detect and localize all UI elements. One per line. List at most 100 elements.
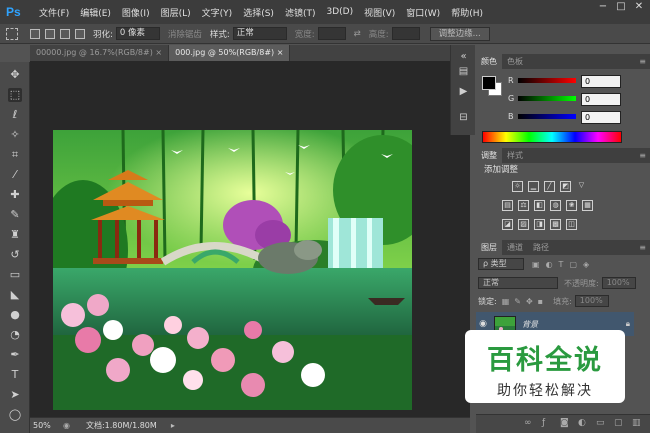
invert-icon[interactable]: ◪: [502, 219, 513, 230]
menu-filter[interactable]: 滤镜(T): [285, 6, 316, 19]
lock-image-icon[interactable]: ✎: [514, 297, 521, 306]
color-spectrum-bar[interactable]: [482, 131, 622, 143]
ellipse-tool-icon[interactable]: ◯: [8, 408, 22, 422]
lock-position-icon[interactable]: ✥: [526, 297, 533, 306]
hue-saturation-icon[interactable]: ▤: [502, 200, 513, 211]
menu-image[interactable]: 图像(I): [122, 6, 150, 19]
photo-filter-icon[interactable]: ◍: [550, 200, 561, 211]
posterize-icon[interactable]: ▨: [518, 219, 529, 230]
opacity-input[interactable]: 100%: [601, 277, 636, 289]
green-value-input[interactable]: 0: [581, 93, 621, 106]
paint-bucket-tool-icon[interactable]: ◣: [8, 288, 22, 302]
menu-window[interactable]: 窗口(W): [406, 6, 440, 19]
curves-icon[interactable]: ╱: [544, 181, 555, 192]
threshold-icon[interactable]: ◨: [534, 219, 545, 230]
menu-select[interactable]: 选择(S): [243, 6, 274, 19]
menu-edit[interactable]: 编辑(E): [80, 6, 111, 19]
tab-color[interactable]: 颜色: [476, 54, 502, 69]
canvas-area[interactable]: [30, 61, 470, 417]
lock-transparent-icon[interactable]: ▦: [502, 297, 510, 306]
menu-layer[interactable]: 图层(L): [161, 6, 191, 19]
tab-swatches[interactable]: 色板: [502, 54, 528, 69]
panel-menu-icon[interactable]: ≡: [639, 148, 646, 163]
type-tool-icon[interactable]: T: [8, 368, 22, 382]
artwork-image[interactable]: [53, 130, 412, 410]
new-layer-icon[interactable]: ▢: [614, 418, 623, 428]
marquee-tool-preset-icon[interactable]: [6, 27, 18, 40]
properties-panel-icon[interactable]: ⊟: [457, 111, 470, 124]
close-button[interactable]: ✕: [632, 1, 646, 13]
tab-paths[interactable]: 路径: [528, 240, 554, 255]
channel-mixer-icon[interactable]: ❀: [566, 200, 577, 211]
blur-tool-icon[interactable]: ●: [8, 308, 22, 322]
healing-brush-tool-icon[interactable]: ✚: [8, 188, 22, 202]
minimize-button[interactable]: −: [596, 1, 610, 13]
width-input[interactable]: [317, 27, 346, 40]
path-selection-tool-icon[interactable]: ➤: [8, 388, 22, 402]
eraser-tool-icon[interactable]: ▭: [8, 268, 22, 282]
panel-menu-icon[interactable]: ≡: [639, 54, 646, 69]
tab-adjustments[interactable]: 调整: [476, 148, 502, 163]
filter-pixel-icon[interactable]: ▣: [532, 260, 540, 269]
red-value-input[interactable]: 0: [581, 75, 621, 88]
new-selection-icon[interactable]: [30, 28, 40, 39]
filter-type-icon[interactable]: T: [559, 260, 564, 269]
dodge-tool-icon[interactable]: ◔: [8, 328, 22, 342]
feather-input[interactable]: 0 像素: [115, 27, 160, 40]
gradient-map-icon[interactable]: ▩: [550, 219, 561, 230]
filter-smart-object-icon[interactable]: ◈: [583, 260, 589, 269]
style-select[interactable]: 正常: [232, 27, 287, 40]
clone-stamp-tool-icon[interactable]: ♜: [8, 228, 22, 242]
color-lookup-icon[interactable]: ▦: [582, 200, 593, 211]
new-group-icon[interactable]: ▭: [596, 418, 605, 428]
add-mask-icon[interactable]: ◙: [560, 418, 569, 428]
magic-wand-tool-icon[interactable]: ✧: [8, 128, 22, 142]
blend-mode-select[interactable]: 正常: [478, 277, 558, 289]
subtract-selection-icon[interactable]: [60, 28, 70, 39]
tab-channels[interactable]: 通道: [502, 240, 528, 255]
levels-icon[interactable]: ▁: [528, 181, 539, 192]
status-arrow-icon[interactable]: ▸: [171, 421, 175, 430]
zoom-level[interactable]: 50%: [33, 421, 63, 430]
menu-view[interactable]: 视图(V): [364, 6, 395, 19]
height-input[interactable]: [391, 27, 420, 40]
add-selection-icon[interactable]: [45, 28, 55, 39]
maximize-button[interactable]: □: [614, 1, 628, 13]
rectangular-marquee-tool-icon[interactable]: ⬚: [8, 88, 22, 102]
vibrance-icon[interactable]: ▽: [576, 181, 587, 192]
brush-tool-icon[interactable]: ✎: [8, 208, 22, 222]
menu-file[interactable]: 文件(F): [39, 6, 69, 19]
link-layers-icon[interactable]: ∞: [524, 418, 532, 428]
menu-3d[interactable]: 3D(D): [326, 7, 353, 17]
history-brush-tool-icon[interactable]: ↺: [8, 248, 22, 262]
exposure-icon[interactable]: ◩: [560, 181, 571, 192]
history-panel-icon[interactable]: ▤: [457, 65, 470, 78]
panel-menu-icon[interactable]: ≡: [639, 240, 646, 255]
tab-layers[interactable]: 图层: [476, 240, 502, 255]
layer-style-icon[interactable]: ƒ: [542, 418, 545, 428]
tab-close-icon[interactable]: ×: [277, 48, 284, 57]
lasso-tool-icon[interactable]: ℓ: [8, 108, 22, 122]
actions-panel-icon[interactable]: ▶: [457, 85, 470, 98]
selective-color-icon[interactable]: ◫: [566, 219, 577, 230]
blue-slider[interactable]: [518, 114, 576, 119]
eyedropper-tool-icon[interactable]: ⁄: [8, 168, 22, 182]
visibility-eye-icon[interactable]: ◉: [476, 319, 490, 329]
pen-tool-icon[interactable]: ✒: [8, 348, 22, 362]
tab-close-icon[interactable]: ×: [155, 48, 162, 57]
crop-tool-icon[interactable]: ⌗: [8, 148, 22, 162]
fill-input[interactable]: 100%: [574, 295, 609, 307]
menu-help[interactable]: 帮助(H): [451, 6, 483, 19]
tab-000-jpg[interactable]: 000.jpg @ 50%(RGB/8#) ×: [169, 45, 291, 61]
filter-shape-icon[interactable]: ▢: [569, 260, 577, 269]
refine-edge-button[interactable]: 调整边缘...: [429, 26, 490, 41]
swap-dimensions-icon[interactable]: ⇄: [354, 29, 361, 39]
menu-type[interactable]: 文字(Y): [202, 6, 233, 19]
new-adjustment-layer-icon[interactable]: ◐: [578, 418, 586, 428]
status-info-icon[interactable]: ◉: [63, 421, 70, 430]
collapse-arrows-icon[interactable]: «: [457, 50, 470, 63]
lock-all-icon[interactable]: ▪: [538, 297, 543, 306]
color-balance-icon[interactable]: ⚖: [518, 200, 529, 211]
layer-filter-select[interactable]: ρ 类型: [478, 258, 524, 270]
tab-styles[interactable]: 样式: [502, 148, 528, 163]
